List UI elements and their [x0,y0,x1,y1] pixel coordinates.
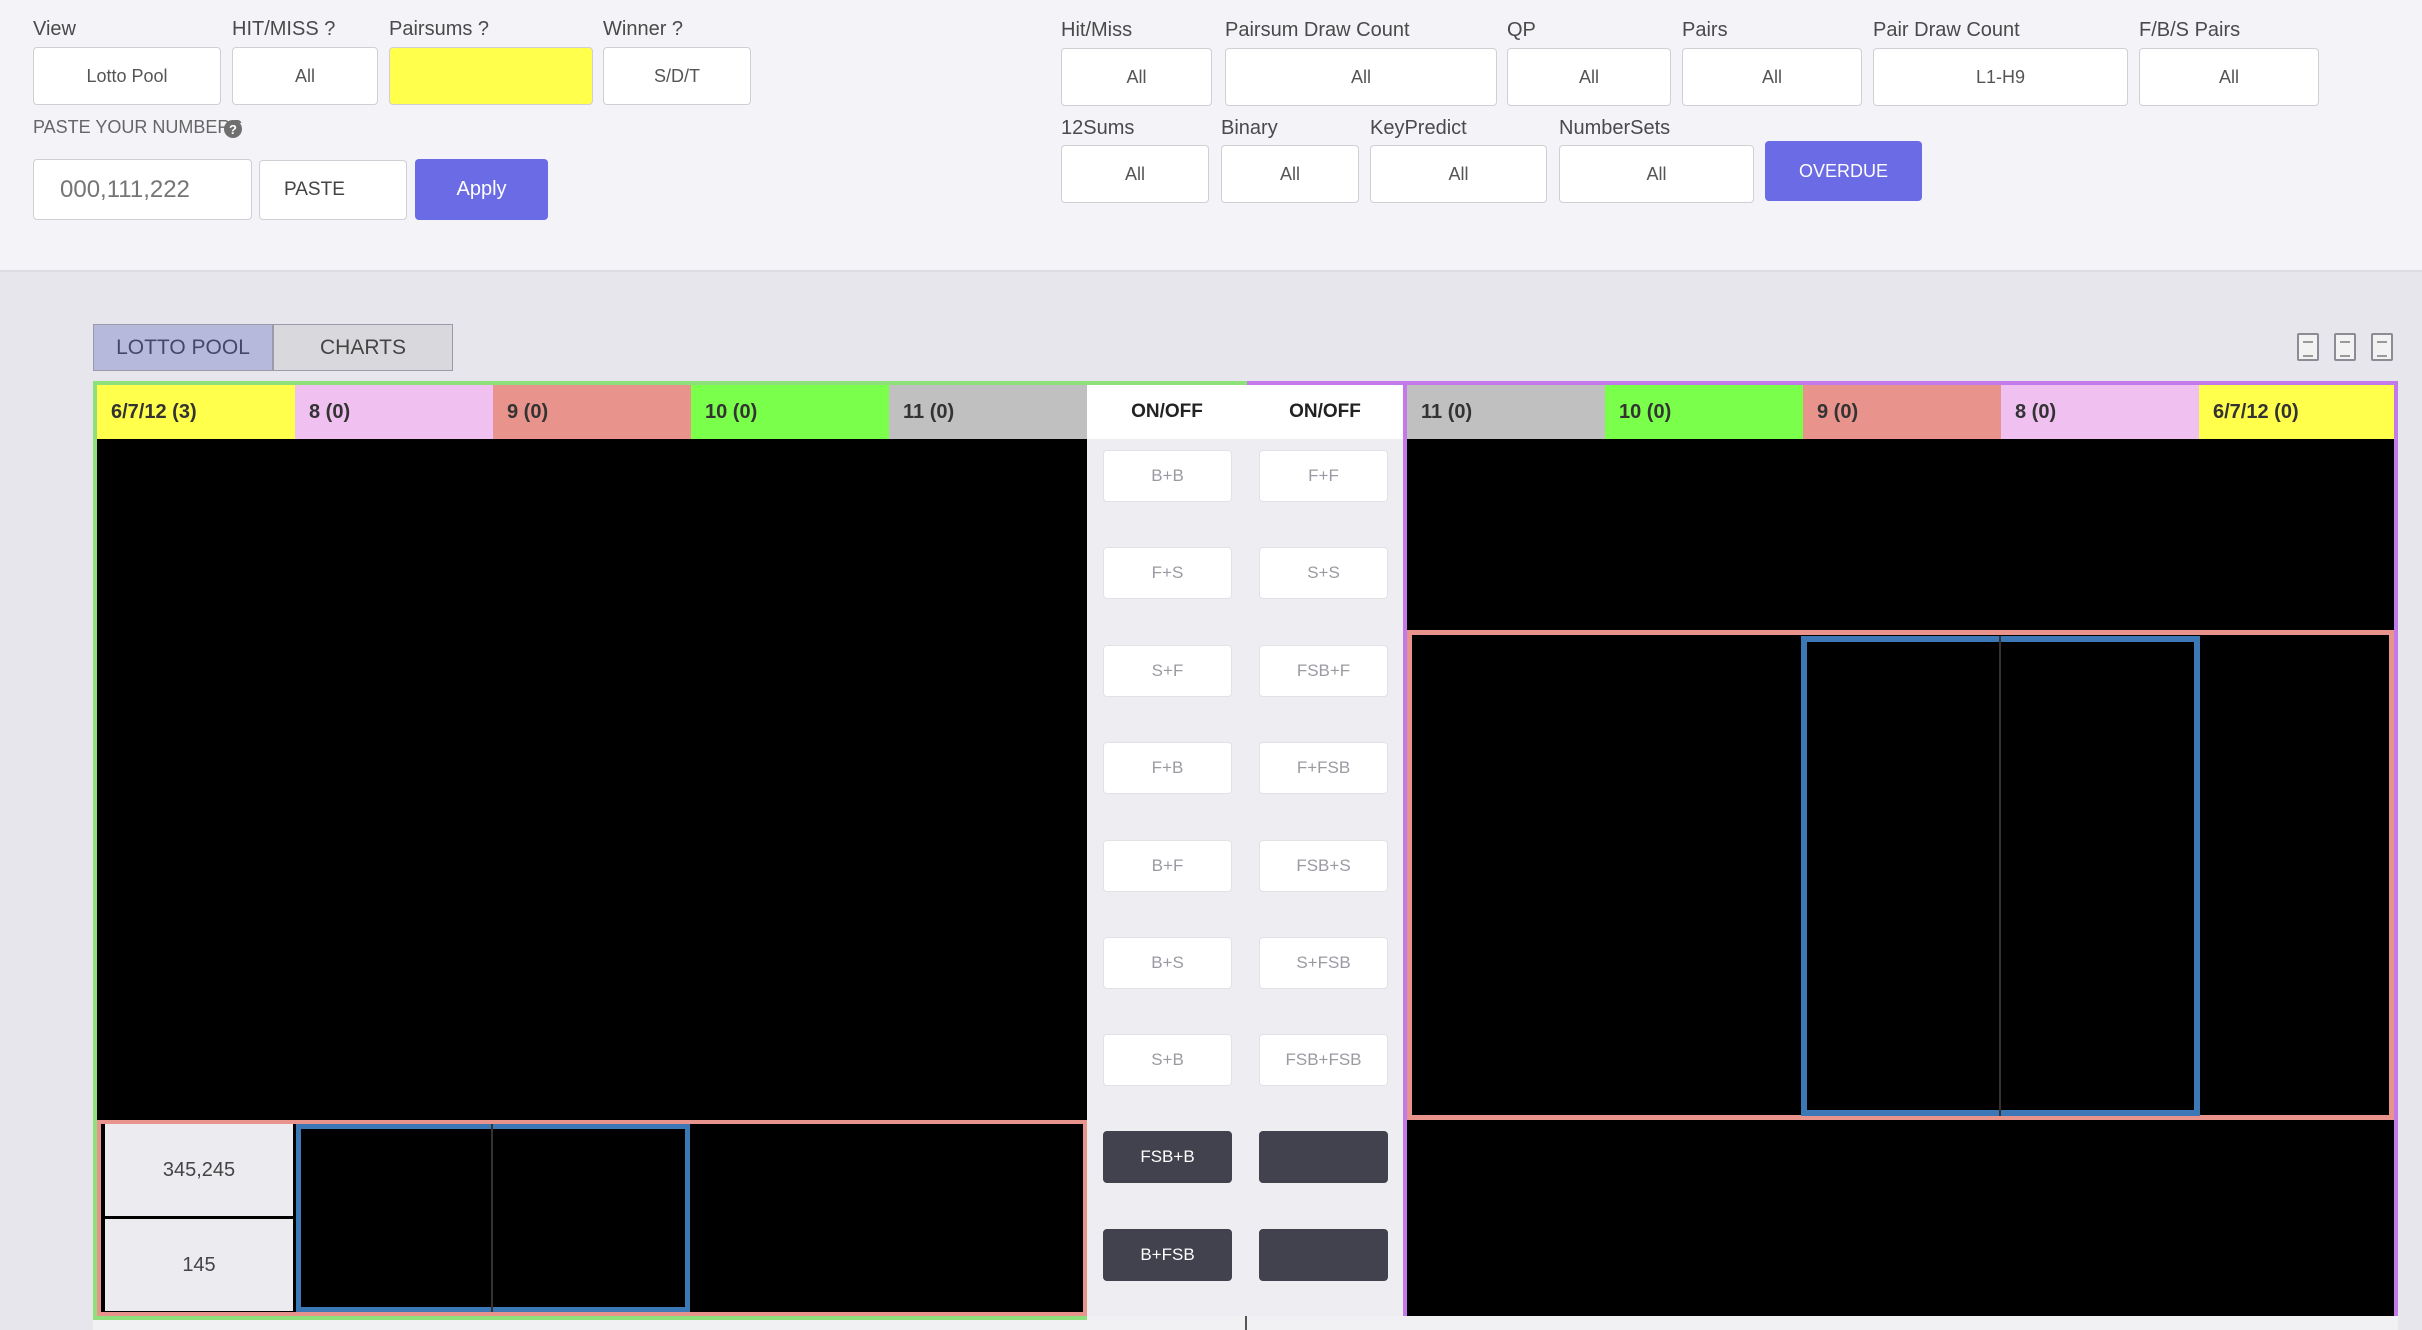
qp-label: QP [1507,19,1536,41]
paste-numbers-label: PASTE YOUR NUMBERS [33,117,243,137]
binary-label: Binary [1221,117,1278,139]
toggle-f-b[interactable]: F+B [1103,742,1232,794]
copy-doc-icon[interactable] [2371,333,2393,361]
pairsums-select[interactable] [389,47,593,105]
divider [1999,636,2001,1116]
pair-draw-count-select[interactable]: L1-H9 [1873,48,2128,106]
pairs-select[interactable]: All [1682,48,1862,106]
keypredict-select[interactable]: All [1370,145,1547,203]
paste-button[interactable]: PASTE [259,160,407,220]
toggle-b-fsb[interactable]: B+FSB [1103,1229,1232,1281]
binary-select[interactable]: All [1221,145,1359,203]
toggle-f-fsb[interactable]: F+FSB [1259,742,1388,794]
filter-panel [0,0,2422,272]
pair-row-cell[interactable]: 345,245 [105,1124,293,1216]
hitmiss-select[interactable]: All [232,47,378,105]
numbersets-label: NumberSets [1559,117,1671,139]
toggle-s-f[interactable]: S+F [1103,645,1232,697]
tab-lotto-pool[interactable]: LOTTO POOL [93,324,273,371]
divider [491,1124,493,1312]
hitmiss-label: HIT/MISS ? [232,18,336,40]
view-label: View [33,18,76,40]
right-col-6712[interactable]: 6/7/12 (0) [2199,385,2394,439]
left-col-6712[interactable]: 6/7/12 (3) [97,385,295,439]
overdue-button[interactable]: OVERDUE [1765,141,1922,201]
apply-button[interactable]: Apply [415,159,548,220]
fbs-pairs-select[interactable]: All [2139,48,2319,106]
right-footer-strip [1087,1316,2398,1330]
left-col-11[interactable]: 11 (0) [889,385,1087,439]
right-col-9[interactable]: 9 (0) [1803,385,2001,439]
numbers-input[interactable] [33,159,252,220]
selection-box [296,1124,690,1312]
pairs-label: Pairs [1682,19,1728,41]
copy-doc-icon[interactable] [2334,333,2356,361]
r-hitmiss-select[interactable]: All [1061,48,1212,106]
frame-joint [1247,381,1407,385]
12sums-select[interactable]: All [1061,145,1209,203]
winner-select[interactable]: S/D/T [603,47,751,105]
copy-doc-icon[interactable] [2297,333,2319,361]
qp-select[interactable]: All [1507,48,1671,106]
toggle-fsb-b[interactable]: FSB+B [1103,1131,1232,1183]
tab-charts[interactable]: CHARTS [273,324,453,371]
right-col-11[interactable]: 11 (0) [1407,385,1605,439]
onoff-right-header[interactable]: ON/OFF [1247,385,1403,439]
toggle-blank-2[interactable] [1259,1229,1388,1281]
right-col-10[interactable]: 10 (0) [1605,385,1803,439]
divider [1245,1316,1247,1330]
pairsum-draw-count-select[interactable]: All [1225,48,1497,106]
right-col-8[interactable]: 8 (0) [2001,385,2199,439]
toggle-b-b[interactable]: B+B [1103,450,1232,502]
left-col-8[interactable]: 8 (0) [295,385,493,439]
left-pool-grid [97,439,1087,1120]
left-footer-strip [93,1316,1247,1330]
winner-label: Winner ? [603,18,684,40]
12sums-label: 12Sums [1061,117,1135,139]
toggle-b-s[interactable]: B+S [1103,937,1232,989]
toggle-s-s[interactable]: S+S [1259,547,1388,599]
toggle-s-b[interactable]: S+B [1103,1034,1232,1086]
toggle-fsb-s[interactable]: FSB+S [1259,840,1388,892]
onoff-left-header[interactable]: ON/OFF [1087,385,1247,439]
numbersets-select[interactable]: All [1559,145,1754,203]
left-col-10[interactable]: 10 (0) [691,385,889,439]
toggle-fsb-f[interactable]: FSB+F [1259,645,1388,697]
pairsums-label: Pairsums ? [389,18,490,40]
toggle-f-f[interactable]: F+F [1259,450,1388,502]
pairsum-draw-count-label: Pairsum Draw Count [1225,19,1410,41]
help-icon[interactable]: ? [224,120,242,138]
toggle-s-fsb[interactable]: S+FSB [1259,937,1388,989]
toggle-f-s[interactable]: F+S [1103,547,1232,599]
toggle-b-f[interactable]: B+F [1103,840,1232,892]
toggle-blank-1[interactable] [1259,1131,1388,1183]
keypredict-label: KeyPredict [1370,117,1467,139]
pair-draw-count-label: Pair Draw Count [1873,19,2020,41]
r-hitmiss-label: Hit/Miss [1061,19,1133,41]
fbs-pairs-label: F/B/S Pairs [2139,19,2241,41]
view-select[interactable]: Lotto Pool [33,47,221,105]
left-col-9[interactable]: 9 (0) [493,385,691,439]
pair-row-cell[interactable]: 145 [105,1219,293,1311]
toggle-fsb-fsb[interactable]: FSB+FSB [1259,1034,1388,1086]
